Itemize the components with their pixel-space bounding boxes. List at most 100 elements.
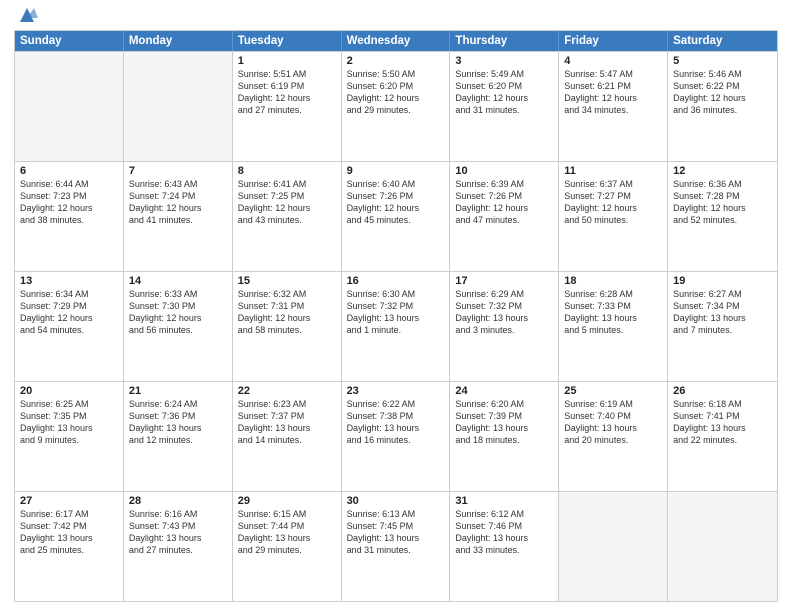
calendar-row: 20Sunrise: 6:25 AM Sunset: 7:35 PM Dayli… bbox=[15, 381, 777, 491]
calendar-cell: 6Sunrise: 6:44 AM Sunset: 7:23 PM Daylig… bbox=[15, 162, 124, 271]
day-number: 5 bbox=[673, 55, 772, 67]
day-number: 15 bbox=[238, 275, 336, 287]
day-number: 13 bbox=[20, 275, 118, 287]
calendar-cell: 29Sunrise: 6:15 AM Sunset: 7:44 PM Dayli… bbox=[233, 492, 342, 601]
calendar-header: SundayMondayTuesdayWednesdayThursdayFrid… bbox=[15, 31, 777, 51]
calendar-cell bbox=[559, 492, 668, 601]
calendar-cell: 3Sunrise: 5:49 AM Sunset: 6:20 PM Daylig… bbox=[450, 52, 559, 161]
day-number: 26 bbox=[673, 385, 772, 397]
day-number: 10 bbox=[455, 165, 553, 177]
day-number: 6 bbox=[20, 165, 118, 177]
day-number: 25 bbox=[564, 385, 662, 397]
calendar-cell: 17Sunrise: 6:29 AM Sunset: 7:32 PM Dayli… bbox=[450, 272, 559, 381]
day-number: 1 bbox=[238, 55, 336, 67]
cell-text: Sunrise: 5:50 AM Sunset: 6:20 PM Dayligh… bbox=[347, 68, 445, 117]
cell-text: Sunrise: 6:24 AM Sunset: 7:36 PM Dayligh… bbox=[129, 398, 227, 447]
cell-text: Sunrise: 6:16 AM Sunset: 7:43 PM Dayligh… bbox=[129, 508, 227, 557]
calendar-cell bbox=[15, 52, 124, 161]
calendar-cell: 7Sunrise: 6:43 AM Sunset: 7:24 PM Daylig… bbox=[124, 162, 233, 271]
calendar-body: 1Sunrise: 5:51 AM Sunset: 6:19 PM Daylig… bbox=[15, 51, 777, 601]
day-number: 27 bbox=[20, 495, 118, 507]
day-number: 23 bbox=[347, 385, 445, 397]
calendar-cell: 14Sunrise: 6:33 AM Sunset: 7:30 PM Dayli… bbox=[124, 272, 233, 381]
calendar-cell: 30Sunrise: 6:13 AM Sunset: 7:45 PM Dayli… bbox=[342, 492, 451, 601]
cell-text: Sunrise: 6:25 AM Sunset: 7:35 PM Dayligh… bbox=[20, 398, 118, 447]
calendar-cell bbox=[124, 52, 233, 161]
calendar-cell: 11Sunrise: 6:37 AM Sunset: 7:27 PM Dayli… bbox=[559, 162, 668, 271]
cell-text: Sunrise: 6:33 AM Sunset: 7:30 PM Dayligh… bbox=[129, 288, 227, 337]
calendar-row: 13Sunrise: 6:34 AM Sunset: 7:29 PM Dayli… bbox=[15, 271, 777, 381]
cell-text: Sunrise: 5:49 AM Sunset: 6:20 PM Dayligh… bbox=[455, 68, 553, 117]
calendar-cell: 20Sunrise: 6:25 AM Sunset: 7:35 PM Dayli… bbox=[15, 382, 124, 491]
cell-text: Sunrise: 6:30 AM Sunset: 7:32 PM Dayligh… bbox=[347, 288, 445, 337]
cell-text: Sunrise: 5:47 AM Sunset: 6:21 PM Dayligh… bbox=[564, 68, 662, 117]
calendar-cell: 23Sunrise: 6:22 AM Sunset: 7:38 PM Dayli… bbox=[342, 382, 451, 491]
cell-text: Sunrise: 6:19 AM Sunset: 7:40 PM Dayligh… bbox=[564, 398, 662, 447]
day-number: 14 bbox=[129, 275, 227, 287]
calendar-cell: 18Sunrise: 6:28 AM Sunset: 7:33 PM Dayli… bbox=[559, 272, 668, 381]
cell-text: Sunrise: 6:39 AM Sunset: 7:26 PM Dayligh… bbox=[455, 178, 553, 227]
day-number: 21 bbox=[129, 385, 227, 397]
day-number: 12 bbox=[673, 165, 772, 177]
calendar-cell: 5Sunrise: 5:46 AM Sunset: 6:22 PM Daylig… bbox=[668, 52, 777, 161]
cell-text: Sunrise: 6:17 AM Sunset: 7:42 PM Dayligh… bbox=[20, 508, 118, 557]
day-number: 9 bbox=[347, 165, 445, 177]
calendar-cell: 8Sunrise: 6:41 AM Sunset: 7:25 PM Daylig… bbox=[233, 162, 342, 271]
calendar-cell: 28Sunrise: 6:16 AM Sunset: 7:43 PM Dayli… bbox=[124, 492, 233, 601]
calendar-cell: 1Sunrise: 5:51 AM Sunset: 6:19 PM Daylig… bbox=[233, 52, 342, 161]
calendar-header-cell: Monday bbox=[124, 31, 233, 51]
page: SundayMondayTuesdayWednesdayThursdayFrid… bbox=[0, 0, 792, 612]
day-number: 11 bbox=[564, 165, 662, 177]
calendar-cell: 2Sunrise: 5:50 AM Sunset: 6:20 PM Daylig… bbox=[342, 52, 451, 161]
cell-text: Sunrise: 6:41 AM Sunset: 7:25 PM Dayligh… bbox=[238, 178, 336, 227]
cell-text: Sunrise: 6:27 AM Sunset: 7:34 PM Dayligh… bbox=[673, 288, 772, 337]
day-number: 7 bbox=[129, 165, 227, 177]
day-number: 29 bbox=[238, 495, 336, 507]
day-number: 3 bbox=[455, 55, 553, 67]
cell-text: Sunrise: 6:34 AM Sunset: 7:29 PM Dayligh… bbox=[20, 288, 118, 337]
calendar-cell: 12Sunrise: 6:36 AM Sunset: 7:28 PM Dayli… bbox=[668, 162, 777, 271]
calendar-cell: 19Sunrise: 6:27 AM Sunset: 7:34 PM Dayli… bbox=[668, 272, 777, 381]
calendar-header-cell: Friday bbox=[559, 31, 668, 51]
day-number: 18 bbox=[564, 275, 662, 287]
day-number: 19 bbox=[673, 275, 772, 287]
calendar-row: 6Sunrise: 6:44 AM Sunset: 7:23 PM Daylig… bbox=[15, 161, 777, 271]
calendar-cell: 21Sunrise: 6:24 AM Sunset: 7:36 PM Dayli… bbox=[124, 382, 233, 491]
day-number: 2 bbox=[347, 55, 445, 67]
cell-text: Sunrise: 6:40 AM Sunset: 7:26 PM Dayligh… bbox=[347, 178, 445, 227]
header bbox=[14, 10, 778, 26]
calendar-header-cell: Tuesday bbox=[233, 31, 342, 51]
calendar-cell: 16Sunrise: 6:30 AM Sunset: 7:32 PM Dayli… bbox=[342, 272, 451, 381]
calendar-row: 1Sunrise: 5:51 AM Sunset: 6:19 PM Daylig… bbox=[15, 51, 777, 161]
day-number: 22 bbox=[238, 385, 336, 397]
cell-text: Sunrise: 6:32 AM Sunset: 7:31 PM Dayligh… bbox=[238, 288, 336, 337]
day-number: 30 bbox=[347, 495, 445, 507]
calendar-cell: 24Sunrise: 6:20 AM Sunset: 7:39 PM Dayli… bbox=[450, 382, 559, 491]
day-number: 24 bbox=[455, 385, 553, 397]
calendar-cell: 13Sunrise: 6:34 AM Sunset: 7:29 PM Dayli… bbox=[15, 272, 124, 381]
cell-text: Sunrise: 6:22 AM Sunset: 7:38 PM Dayligh… bbox=[347, 398, 445, 447]
calendar-header-cell: Wednesday bbox=[342, 31, 451, 51]
calendar-header-cell: Saturday bbox=[668, 31, 777, 51]
cell-text: Sunrise: 5:51 AM Sunset: 6:19 PM Dayligh… bbox=[238, 68, 336, 117]
calendar-cell: 22Sunrise: 6:23 AM Sunset: 7:37 PM Dayli… bbox=[233, 382, 342, 491]
calendar-cell: 4Sunrise: 5:47 AM Sunset: 6:21 PM Daylig… bbox=[559, 52, 668, 161]
calendar-header-cell: Sunday bbox=[15, 31, 124, 51]
cell-text: Sunrise: 6:13 AM Sunset: 7:45 PM Dayligh… bbox=[347, 508, 445, 557]
cell-text: Sunrise: 6:18 AM Sunset: 7:41 PM Dayligh… bbox=[673, 398, 772, 447]
day-number: 16 bbox=[347, 275, 445, 287]
cell-text: Sunrise: 6:20 AM Sunset: 7:39 PM Dayligh… bbox=[455, 398, 553, 447]
day-number: 8 bbox=[238, 165, 336, 177]
cell-text: Sunrise: 6:12 AM Sunset: 7:46 PM Dayligh… bbox=[455, 508, 553, 557]
cell-text: Sunrise: 6:29 AM Sunset: 7:32 PM Dayligh… bbox=[455, 288, 553, 337]
calendar-cell: 31Sunrise: 6:12 AM Sunset: 7:46 PM Dayli… bbox=[450, 492, 559, 601]
calendar-cell: 25Sunrise: 6:19 AM Sunset: 7:40 PM Dayli… bbox=[559, 382, 668, 491]
calendar: SundayMondayTuesdayWednesdayThursdayFrid… bbox=[14, 30, 778, 602]
day-number: 28 bbox=[129, 495, 227, 507]
cell-text: Sunrise: 6:28 AM Sunset: 7:33 PM Dayligh… bbox=[564, 288, 662, 337]
calendar-cell: 10Sunrise: 6:39 AM Sunset: 7:26 PM Dayli… bbox=[450, 162, 559, 271]
cell-text: Sunrise: 6:44 AM Sunset: 7:23 PM Dayligh… bbox=[20, 178, 118, 227]
calendar-header-cell: Thursday bbox=[450, 31, 559, 51]
logo-icon bbox=[16, 4, 38, 26]
cell-text: Sunrise: 6:36 AM Sunset: 7:28 PM Dayligh… bbox=[673, 178, 772, 227]
